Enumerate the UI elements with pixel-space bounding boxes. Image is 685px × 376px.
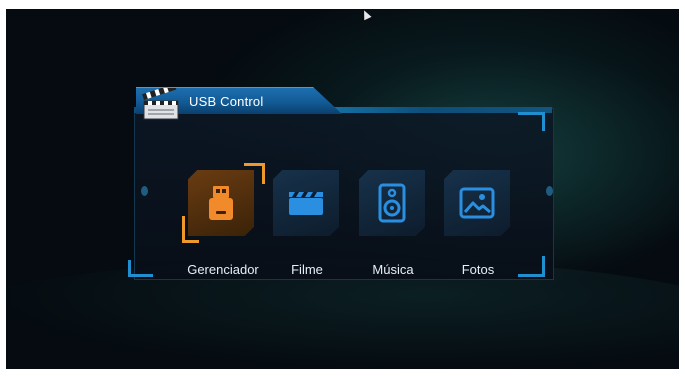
clapperboard-icon	[142, 88, 179, 120]
label-fotos: Fotos	[461, 262, 495, 277]
menu-item-fotos[interactable]	[444, 170, 510, 236]
scroll-right-indicator[interactable]	[546, 186, 553, 196]
panel-corner-bottom-right	[518, 256, 545, 277]
speaker-icon	[378, 183, 406, 223]
panel-corner-bottom-left	[128, 260, 153, 277]
menu-item-filme[interactable]	[273, 170, 339, 236]
panel-corner-top-right	[518, 112, 545, 131]
label-filme: Filme	[291, 262, 323, 277]
menu-item-musica[interactable]	[359, 170, 425, 236]
label-musica: Música	[372, 262, 414, 277]
image-icon	[459, 187, 495, 219]
selection-bracket-top-right	[244, 163, 265, 184]
selection-bracket-bottom-left	[182, 216, 199, 243]
usb-drive-icon	[209, 186, 233, 220]
scroll-left-indicator[interactable]	[141, 186, 148, 196]
label-gerenciador: Gerenciador	[187, 262, 259, 277]
clapperboard-icon	[289, 192, 323, 215]
page-title: USB Control	[189, 94, 264, 109]
mouse-cursor-icon	[360, 9, 372, 21]
